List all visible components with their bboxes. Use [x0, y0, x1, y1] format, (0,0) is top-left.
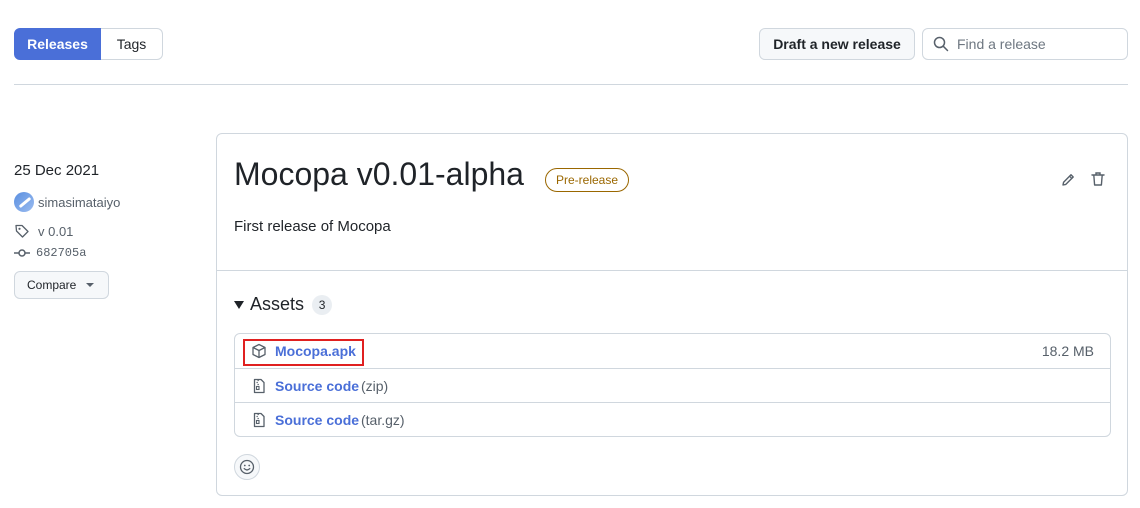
- avatar[interactable]: [14, 192, 34, 212]
- asset-list: Mocopa.apk 18.2 MB Source code (zip) Sou…: [234, 333, 1111, 437]
- assets-count-badge: 3: [312, 294, 333, 315]
- card-divider: [217, 270, 1127, 271]
- compare-button[interactable]: Compare: [14, 271, 109, 299]
- releases-tags-switch: Releases Tags: [14, 28, 163, 60]
- search-icon: [933, 36, 949, 52]
- pre-release-badge: Pre-release: [545, 168, 630, 192]
- release-title[interactable]: Mocopa v0.01-alpha: [234, 156, 524, 193]
- assets-toggle[interactable]: Assets 3: [234, 294, 333, 315]
- release-description: First release of Mocopa: [234, 218, 391, 235]
- package-icon: [252, 343, 266, 359]
- release-author[interactable]: simasimataiyo: [14, 192, 120, 212]
- tag-icon: [15, 224, 29, 238]
- smiley-icon: [239, 459, 255, 475]
- release-date: 25 Dec 2021: [14, 162, 100, 179]
- asset-size: 18.2 MB: [1041, 343, 1094, 359]
- tab-releases[interactable]: Releases: [14, 28, 101, 60]
- release-card: Mocopa v0.01-alpha Pre-release First rel…: [216, 133, 1128, 496]
- list-item: Source code (zip): [235, 368, 1110, 402]
- release-commit[interactable]: 682705a: [14, 246, 86, 260]
- tab-tags[interactable]: Tags: [101, 28, 163, 60]
- assets-heading: Assets: [250, 294, 305, 314]
- releases-toolbar: Releases Tags Draft a new release: [14, 28, 1128, 60]
- draft-new-release-button[interactable]: Draft a new release: [759, 28, 915, 60]
- asset-extension[interactable]: (zip): [361, 378, 388, 394]
- asset-link[interactable]: Mocopa.apk: [275, 343, 356, 359]
- asset-link[interactable]: Source code: [275, 378, 359, 394]
- list-item: Mocopa.apk 18.2 MB: [235, 334, 1110, 368]
- asset-extension[interactable]: (tar.gz): [361, 412, 405, 428]
- file-zip-icon: [253, 412, 265, 428]
- triangle-down-icon: [234, 300, 244, 309]
- asset-link[interactable]: Source code: [275, 412, 359, 428]
- file-zip-icon: [253, 378, 265, 394]
- release-tag[interactable]: v 0.01: [14, 223, 73, 239]
- commit-icon: [14, 249, 30, 257]
- header-divider: [14, 84, 1128, 85]
- commit-sha[interactable]: 682705a: [36, 246, 86, 260]
- pencil-icon[interactable]: [1060, 172, 1076, 188]
- trash-icon[interactable]: [1090, 171, 1106, 187]
- search-input[interactable]: [957, 36, 1117, 52]
- find-release-search[interactable]: [922, 28, 1128, 60]
- add-reaction-button[interactable]: [234, 454, 260, 480]
- tag-label[interactable]: v 0.01: [38, 224, 73, 239]
- compare-label: Compare: [27, 278, 77, 292]
- author-name[interactable]: simasimataiyo: [38, 195, 120, 210]
- chevron-down-icon: [86, 283, 95, 287]
- list-item: Source code (tar.gz): [235, 402, 1110, 436]
